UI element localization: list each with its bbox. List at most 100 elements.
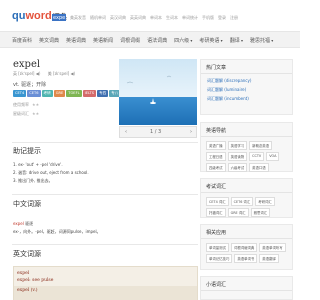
section-divider (12, 194, 198, 195)
search-input[interactable] (52, 14, 66, 21)
nav-item[interactable]: 百度百科 (12, 37, 32, 44)
top-links: 美英发音 随机单词 英汉词典 英英词典 单词本 生词本 单词统计 手机版 登录 … (70, 15, 238, 21)
english-nav-chips: 英语广播 英语学习 新概念英语工程日语 英语读物 CCTV VOA 四级考试 六级考试 英语口语 (206, 141, 290, 172)
nav-chip-link[interactable]: 六级考试 (227, 163, 248, 172)
memory-line: 1. ex- 'out' + -pel 'drive'. (13, 162, 63, 167)
related-app-link[interactable]: 单词量测试 (206, 243, 229, 252)
memory-line: 3. 推出门外, 推出去。 (13, 178, 53, 183)
nav-chip-link[interactable]: 英语学习 (227, 141, 248, 150)
panel-divider (201, 290, 292, 291)
exam-tag[interactable]: IELTS (82, 90, 96, 97)
nav-item[interactable]: 词根词缀 (120, 37, 140, 44)
hot-articles-title: 热门文章 (206, 65, 227, 71)
related-apps-title: 相关应用 (206, 230, 227, 236)
top-link[interactable]: 英汉词典 (110, 15, 126, 21)
hot-article-link[interactable]: 词汇题解 (incumbent) (207, 96, 249, 102)
related-apps-panel: 相关应用 单词量测试 词根词缀词典 英语单词听写单词记忆技巧 英语单词书 英语翻译 (200, 224, 293, 270)
nav-item-dropdown[interactable]: 四六级 (174, 37, 192, 44)
english-etymology-box: expel expel: see pulse expel (v.) (13, 266, 198, 300)
hot-article-link[interactable]: 词汇题解 (discrepancy) (207, 78, 251, 84)
nav-item[interactable]: 英语词典 (66, 37, 86, 44)
top-bar: quword词典 美英发音 随机单词 英汉词典 英英词典 单词本 生词本 单词统… (0, 0, 300, 30)
word-image (119, 59, 197, 125)
exam-chip-link[interactable]: 雅思词汇 (250, 208, 271, 217)
etymology-line: expel: see pulse (17, 278, 54, 283)
etymology-row-bg (14, 286, 197, 300)
top-link[interactable]: 手机版 (202, 15, 214, 21)
top-link[interactable]: 随机单词 (90, 15, 106, 21)
chinese-etymology-word: expel 驱逐 (13, 221, 34, 226)
hot-articles-panel: 热门文章 词汇题解 (discrepancy) 词汇题解 (luminaire)… (200, 59, 293, 115)
image-page-indicator: 1 / 3 (150, 129, 162, 135)
chinese-etymology-line: ex-，向外。-pel，驱赶，词源同pulse，impel。 (13, 229, 101, 234)
related-app-link[interactable]: 英语翻译 (259, 254, 279, 263)
nav-chip-link[interactable]: 工程日语 (206, 152, 226, 161)
exam-tags: CET4 CET6 考研 GRE TOEFL IELTS 专四 专八 (13, 90, 121, 97)
exam-tag[interactable]: GRE (53, 90, 66, 97)
english-nav-panel: 英语导航 英语广播 英语学习 新概念英语工程日语 英语读物 CCTV VOA 四级考试 六级考… (200, 122, 293, 172)
prev-image-button[interactable]: ‹ (125, 129, 127, 135)
nav-item-dropdown[interactable]: 雅思托福 (250, 37, 273, 44)
exam-chip-link[interactable]: CET4 词汇 (206, 197, 229, 206)
memory-title: 助记提示 (13, 147, 41, 155)
exam-tag[interactable]: 专四 (96, 90, 109, 97)
etymology-line: expel (17, 271, 30, 276)
exam-tag[interactable]: TOEFL (66, 90, 82, 97)
small-vocab-title: 小语词汇 (206, 282, 227, 288)
english-nav-title: 英语导航 (206, 128, 227, 134)
english-etymology-title: 英文词源 (13, 250, 41, 258)
nav-chip-link[interactable]: 英语口语 (249, 163, 269, 172)
nav-chip-link[interactable]: 英语读物 (227, 152, 248, 161)
nav-chip-link[interactable]: VOA (266, 152, 280, 161)
hot-article-link[interactable]: 词汇题解 (luminaire) (207, 87, 246, 93)
nav-chip-link[interactable]: 英语广播 (206, 141, 226, 150)
nav-item-dropdown[interactable]: 翻译 (230, 37, 243, 44)
frequency-rating: 使用频率 ★★ (13, 102, 40, 107)
small-vocab-panel: 小语词汇 (200, 276, 293, 300)
exam-vocab-chips: CET4 词汇 CET6 词汇 考研词汇托福词汇 GRE 词汇 雅思词汇 (206, 197, 290, 217)
top-link[interactable]: 美英发音 (70, 15, 86, 21)
nav-item[interactable]: 语法词典 (147, 37, 167, 44)
related-app-link[interactable]: 英语单词书 (234, 254, 258, 263)
nav-item[interactable]: 英文词典 (39, 37, 59, 44)
nav-chip-link[interactable]: 四级考试 (206, 163, 226, 172)
related-apps-chips: 单词量测试 词根词缀词典 英语单词听写单词记忆技巧 英语单词书 英语翻译 (206, 243, 290, 263)
top-link[interactable]: 登录 (218, 15, 226, 21)
phonetics[interactable]: 英 [ɪkˈspel] ◀) 美 [ɪkˈspel] ◀) (13, 71, 81, 77)
panel-divider (201, 238, 292, 239)
phonetic-uk[interactable]: 英 [ɪkˈspel] ◀) (13, 71, 40, 76)
nav-chip-link[interactable]: 新概念英语 (249, 141, 273, 150)
phonetic-us[interactable]: 美 [ɪkˈspel] ◀) (48, 71, 75, 76)
short-definition: vt. 驱逐；开除 (13, 82, 47, 88)
section-divider (12, 244, 198, 245)
exam-vocab-title: 考试词汇 (206, 184, 227, 190)
top-link[interactable]: 单词本 (150, 15, 162, 21)
related-app-link[interactable]: 词根词缀词典 (230, 243, 258, 252)
star-rating: 星级词汇 ★★ (13, 111, 40, 116)
nav-item[interactable]: 英语新闻 (93, 37, 113, 44)
nav-chip-link[interactable]: CCTV (249, 152, 265, 161)
exam-vocab-panel: 考试词汇 CET4 词汇 CET6 词汇 考研词汇托福词汇 GRE 词汇 雅思词汇 (200, 178, 293, 218)
exam-chip-link[interactable]: 托福词汇 (206, 208, 226, 217)
top-link[interactable]: 生词本 (166, 15, 178, 21)
related-app-link[interactable]: 单词记忆技巧 (206, 254, 233, 263)
etymology-line: expel (v.) (17, 288, 38, 293)
exam-chip-link[interactable]: 考研词汇 (255, 197, 275, 206)
exam-tag[interactable]: 考研 (41, 90, 53, 97)
next-image-button[interactable]: › (190, 129, 192, 135)
exam-chip-link[interactable]: CET6 词汇 (230, 197, 254, 206)
exam-chip-link[interactable]: GRE 词汇 (227, 208, 249, 217)
section-divider (12, 142, 198, 143)
top-link[interactable]: 英英词典 (130, 15, 146, 21)
exam-tag[interactable]: CET4 (13, 90, 27, 97)
panel-divider (201, 73, 292, 74)
exam-tag[interactable]: CET6 (27, 90, 41, 97)
top-link[interactable]: 单词统计 (182, 15, 198, 21)
memory-line: 2. 谐音: drive out, eject from a school. (13, 170, 89, 175)
related-app-link[interactable]: 英语单词听写 (259, 243, 286, 252)
nav-item-dropdown[interactable]: 考研英语 (199, 37, 222, 44)
headword: expel (13, 59, 41, 70)
top-link[interactable]: 注册 (230, 15, 238, 21)
chinese-etymology-title: 中文词源 (13, 200, 41, 208)
image-pager: ‹ 1 / 3 › (119, 126, 197, 138)
